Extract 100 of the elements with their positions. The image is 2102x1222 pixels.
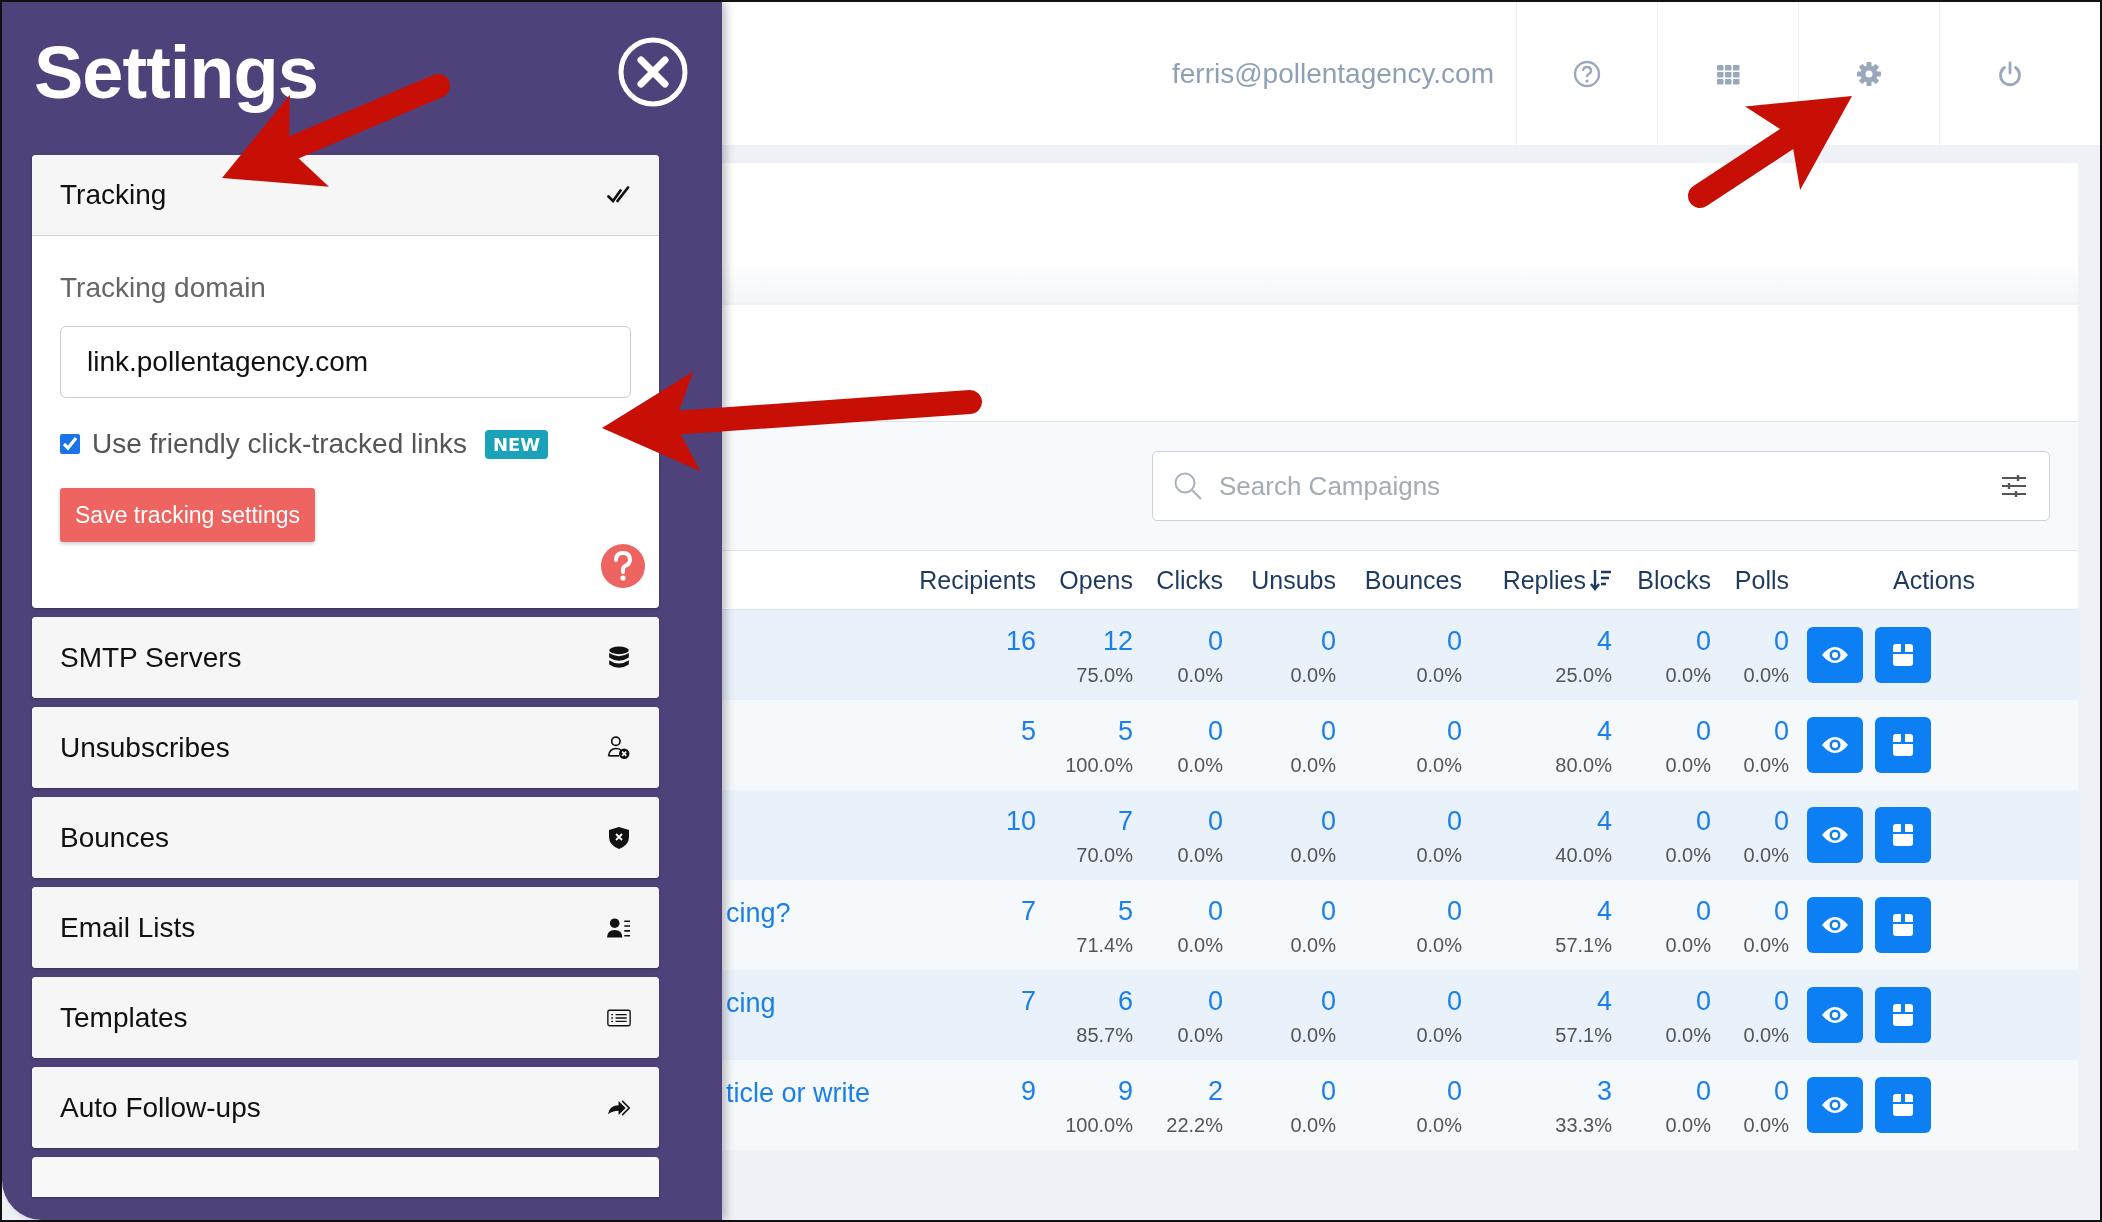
stat-count[interactable]: 4 bbox=[1596, 898, 1612, 925]
eye-icon bbox=[1821, 735, 1849, 755]
campaign-name[interactable]: ticle or write bbox=[726, 1078, 895, 1109]
stat-count[interactable]: 9 bbox=[1117, 1078, 1133, 1105]
stat-rate: 75.0% bbox=[1076, 665, 1133, 685]
column-header[interactable]: Blocks bbox=[1637, 565, 1711, 595]
column-header[interactable]: Opens bbox=[1059, 565, 1133, 595]
campaign-name[interactable]: cing? bbox=[726, 898, 895, 929]
stat-count[interactable]: 0 bbox=[1207, 628, 1223, 655]
stat-rate: 71.4% bbox=[1076, 935, 1133, 955]
input-field[interactable]: link.pollentagency.com bbox=[60, 326, 631, 398]
stat-count[interactable]: 7 bbox=[1020, 988, 1036, 1015]
stat-count[interactable]: 5 bbox=[1117, 718, 1133, 745]
view-button[interactable] bbox=[1807, 807, 1863, 863]
new-badge: NEW bbox=[485, 429, 549, 459]
stat-count[interactable]: 10 bbox=[1005, 808, 1036, 835]
stat-count[interactable]: 0 bbox=[1773, 718, 1789, 745]
stat-count[interactable]: 0 bbox=[1773, 628, 1789, 655]
accordion-header[interactable]: Email Lists bbox=[32, 887, 659, 968]
power-icon[interactable] bbox=[1996, 59, 2024, 88]
stat-count[interactable]: 4 bbox=[1596, 628, 1612, 655]
help-icon[interactable] bbox=[601, 544, 645, 588]
stat-count[interactable]: 9 bbox=[1020, 1078, 1036, 1105]
stat-rate: 0.0% bbox=[1743, 935, 1789, 955]
stat-count[interactable]: 0 bbox=[1695, 898, 1711, 925]
campaign-name[interactable]: cing bbox=[726, 988, 895, 1019]
stat-count[interactable]: 4 bbox=[1596, 988, 1612, 1015]
archive-button[interactable] bbox=[1875, 717, 1931, 773]
stat-count[interactable]: 0 bbox=[1695, 718, 1711, 745]
stat-count[interactable]: 6 bbox=[1117, 988, 1133, 1015]
column-header[interactable]: Recipients bbox=[919, 565, 1036, 595]
stat-count[interactable]: 0 bbox=[1320, 628, 1336, 655]
archive-button[interactable] bbox=[1875, 627, 1931, 683]
checkbox[interactable] bbox=[60, 434, 80, 454]
stat-count[interactable]: 0 bbox=[1207, 718, 1223, 745]
column-header[interactable]: Replies bbox=[1502, 565, 1586, 595]
accordion-header[interactable]: Auto Follow-ups bbox=[32, 1067, 659, 1148]
stat-count[interactable]: 0 bbox=[1695, 808, 1711, 835]
view-button[interactable] bbox=[1807, 897, 1863, 953]
search-input[interactable]: Search Campaigns bbox=[1217, 469, 1987, 503]
filter-icon[interactable] bbox=[2001, 474, 2027, 498]
stat-count[interactable]: 0 bbox=[1695, 1078, 1711, 1105]
stat-count[interactable]: 7 bbox=[1020, 898, 1036, 925]
stat-count[interactable]: 0 bbox=[1320, 808, 1336, 835]
stat-count[interactable]: 12 bbox=[1102, 628, 1133, 655]
column-header[interactable]: Actions bbox=[1893, 565, 1975, 595]
column-header[interactable]: Polls bbox=[1734, 565, 1789, 595]
stat-count[interactable]: 0 bbox=[1773, 988, 1789, 1015]
view-button[interactable] bbox=[1807, 717, 1863, 773]
contact-list-icon bbox=[607, 915, 631, 940]
archive-button[interactable] bbox=[1875, 897, 1931, 953]
archive-button[interactable] bbox=[1875, 1077, 1931, 1133]
archive-button[interactable] bbox=[1875, 807, 1931, 863]
stat-count[interactable]: 0 bbox=[1773, 898, 1789, 925]
stat-count[interactable]: 0 bbox=[1446, 1078, 1462, 1105]
accordion-header[interactable]: Bounces bbox=[32, 797, 659, 878]
close-button[interactable] bbox=[617, 36, 689, 108]
view-button[interactable] bbox=[1807, 1077, 1863, 1133]
stat-count[interactable]: 0 bbox=[1695, 988, 1711, 1015]
stat-count[interactable]: 0 bbox=[1320, 1078, 1336, 1105]
stat-count[interactable]: 7 bbox=[1117, 808, 1133, 835]
stat-count[interactable]: 0 bbox=[1320, 718, 1336, 745]
column-header[interactable]: Unsubs bbox=[1251, 565, 1336, 595]
stat-count[interactable]: 0 bbox=[1207, 898, 1223, 925]
column-header[interactable]: Bounces bbox=[1364, 565, 1462, 595]
stat-count[interactable]: 5 bbox=[1117, 898, 1133, 925]
stat-count[interactable]: 0 bbox=[1695, 628, 1711, 655]
accordion-header[interactable]: Tracking bbox=[32, 155, 659, 236]
stat-count[interactable]: 5 bbox=[1020, 718, 1036, 745]
settings-icon[interactable] bbox=[1855, 59, 1883, 88]
sort-icon[interactable] bbox=[1590, 569, 1612, 591]
stat-count[interactable]: 0 bbox=[1446, 718, 1462, 745]
search-field[interactable]: Search Campaigns bbox=[1152, 451, 2050, 521]
stat-rate: 0.0% bbox=[1416, 1025, 1462, 1045]
column-header[interactable]: Clicks bbox=[1156, 565, 1223, 595]
accordion-header[interactable]: SMTP Servers bbox=[32, 617, 659, 698]
stat-count[interactable]: 0 bbox=[1320, 988, 1336, 1015]
stat-rate: 100.0% bbox=[1065, 1115, 1133, 1135]
stat-count[interactable]: 4 bbox=[1596, 808, 1612, 835]
accordion-header[interactable]: Templates bbox=[32, 977, 659, 1058]
stat-count[interactable]: 0 bbox=[1773, 1078, 1789, 1105]
archive-button[interactable] bbox=[1875, 987, 1931, 1043]
stat-count[interactable]: 0 bbox=[1446, 808, 1462, 835]
stat-count[interactable]: 0 bbox=[1207, 988, 1223, 1015]
stat-count[interactable]: 0 bbox=[1207, 808, 1223, 835]
save-button[interactable]: Save tracking settings bbox=[60, 488, 315, 542]
stat-count[interactable]: 0 bbox=[1446, 988, 1462, 1015]
accordion-header[interactable]: Unsubscribes bbox=[32, 707, 659, 788]
stat-count[interactable]: 0 bbox=[1446, 628, 1462, 655]
stat-count[interactable]: 3 bbox=[1596, 1078, 1612, 1105]
stat-count[interactable]: 0 bbox=[1320, 898, 1336, 925]
stat-count[interactable]: 2 bbox=[1207, 1078, 1223, 1105]
stat-count[interactable]: 4 bbox=[1596, 718, 1612, 745]
stat-count[interactable]: 16 bbox=[1005, 628, 1036, 655]
view-button[interactable] bbox=[1807, 627, 1863, 683]
help-icon[interactable] bbox=[1573, 59, 1601, 88]
view-button[interactable] bbox=[1807, 987, 1863, 1043]
stat-count[interactable]: 0 bbox=[1773, 808, 1789, 835]
box-icon bbox=[1891, 1093, 1915, 1117]
stat-count[interactable]: 0 bbox=[1446, 898, 1462, 925]
